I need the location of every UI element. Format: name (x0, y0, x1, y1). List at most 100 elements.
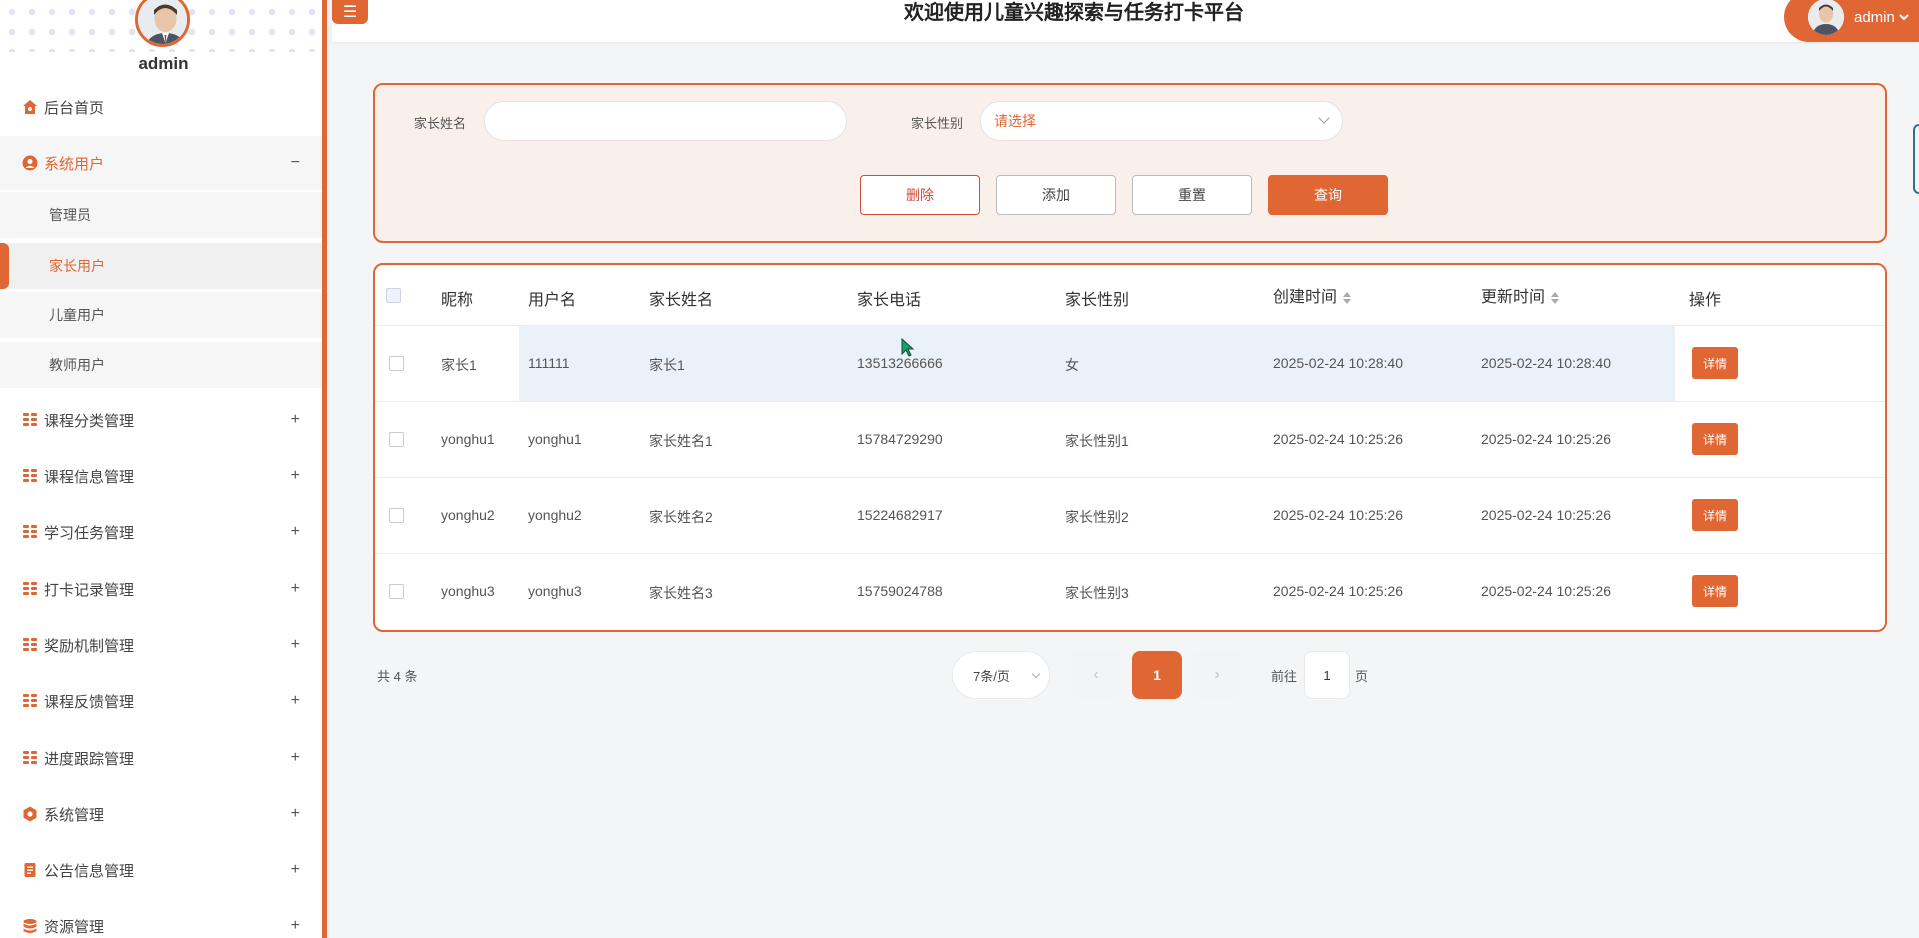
next-page-button[interactable]: › (1192, 651, 1242, 699)
menu-item-label: 课程反馈管理 (44, 693, 135, 711)
scroll-handle[interactable] (1913, 124, 1919, 194)
sort-icon[interactable] (1343, 291, 1352, 304)
grid-icon (22, 524, 38, 540)
home-icon (22, 99, 38, 115)
grid-icon (22, 412, 38, 428)
expand-icon[interactable]: + (291, 523, 300, 541)
delete-button[interactable]: 删除 (860, 175, 980, 215)
page-size-select[interactable]: 7条/页 (952, 651, 1050, 699)
cell-updated: 2025-02-24 10:25:26 (1481, 431, 1611, 447)
table-row[interactable]: yonghu1 yonghu1 家长姓名1 15784729290 家长性别1 … (375, 402, 1885, 478)
data-table: 昵称 用户名 家长姓名 家长电话 家长性别 创建时间 更新时间 操作 家长1 1… (373, 263, 1887, 632)
cell-created: 2025-02-24 10:25:26 (1273, 583, 1403, 599)
goto-page-input[interactable]: 1 (1304, 651, 1350, 699)
user-circle-icon (22, 155, 38, 171)
menu-item-label: 资源管理 (44, 918, 105, 936)
sidebar-user-name: admin (138, 54, 189, 73)
menu-item-course-category[interactable]: 课程分类管理 + (0, 393, 322, 447)
goto-suffix: 页 (1355, 669, 1369, 684)
detail-button[interactable]: 详情 (1692, 499, 1738, 531)
menu-item-system-users[interactable]: 系统用户 − (0, 136, 322, 190)
notice-icon (22, 862, 38, 878)
row-checkbox[interactable] (389, 508, 404, 523)
detail-button[interactable]: 详情 (1692, 575, 1738, 607)
menu-item-checkin-records[interactable]: 打卡记录管理 + (0, 562, 322, 616)
expand-icon[interactable]: + (291, 411, 300, 429)
menu-item-dashboard[interactable]: 后台首页 (0, 80, 322, 134)
expand-icon[interactable]: + (291, 580, 300, 598)
sidebar-item-admin[interactable]: 管理员 (0, 192, 322, 238)
menu-item-label: 课程分类管理 (44, 412, 135, 430)
column-header-updated[interactable]: 更新时间 (1481, 283, 1560, 307)
cell-phone: 15224682917 (857, 507, 943, 523)
menu-item-progress-tracking[interactable]: 进度跟踪管理 + (0, 731, 322, 785)
query-button[interactable]: 查询 (1268, 175, 1388, 215)
table-row[interactable]: 家长1 111111 家长1 13513266666 女 2025-02-24 … (375, 326, 1885, 402)
expand-icon[interactable]: + (291, 861, 300, 879)
cell-nickname: yonghu3 (441, 583, 495, 599)
parent-name-input[interactable] (484, 101, 847, 141)
user-menu[interactable]: admin (1784, 0, 1919, 42)
cell-phone: 15784729290 (857, 431, 943, 447)
expand-icon[interactable]: + (291, 749, 300, 767)
menu-item-course-feedback[interactable]: 课程反馈管理 + (0, 674, 322, 728)
add-button[interactable]: 添加 (996, 175, 1116, 215)
column-header: 昵称 (441, 292, 474, 309)
prev-page-button[interactable]: ‹ (1071, 651, 1121, 699)
parent-gender-select[interactable]: 请选择 (980, 101, 1343, 141)
menu-item-label: 课程信息管理 (44, 468, 135, 486)
sidebar: admin 后台首页 系统用户 − 管理员 家长用户 儿童用户 教师用户 课程分… (0, 0, 327, 938)
detail-button[interactable]: 详情 (1692, 423, 1738, 455)
page-number-current[interactable]: 1 (1132, 651, 1182, 699)
avatar (1808, 0, 1844, 35)
row-checkbox[interactable] (389, 584, 404, 599)
cell-name: 家长姓名2 (649, 509, 713, 525)
database-icon (22, 918, 38, 934)
menu-item-label: 奖励机制管理 (44, 637, 135, 655)
expand-icon[interactable]: + (291, 636, 300, 654)
grid-icon (22, 637, 38, 653)
column-header: 家长性别 (1065, 292, 1130, 309)
row-checkbox[interactable] (389, 356, 404, 371)
column-header-created[interactable]: 创建时间 (1273, 283, 1352, 307)
column-header: 用户名 (528, 292, 577, 309)
cell-username: yonghu3 (528, 583, 582, 599)
menu-item-resources[interactable]: 资源管理 + (0, 899, 322, 938)
collapse-icon[interactable]: − (291, 154, 300, 172)
menu-item-label: 系统用户 (44, 155, 105, 173)
column-header-label: 创建时间 (1273, 289, 1338, 306)
table-row[interactable]: yonghu2 yonghu2 家长姓名2 15224682917 家长性别2 … (375, 478, 1885, 554)
menu-item-announcements[interactable]: 公告信息管理 + (0, 843, 322, 897)
menu-item-learning-tasks[interactable]: 学习任务管理 + (0, 505, 322, 559)
cell-nickname: yonghu2 (441, 507, 495, 523)
page-title: 欢迎使用儿童兴趣探索与任务打卡平台 (904, 2, 1244, 24)
menu-item-system-management[interactable]: 系统管理 + (0, 787, 322, 841)
table-row[interactable]: yonghu3 yonghu3 家长姓名3 15759024788 家长性别3 … (375, 554, 1885, 630)
row-checkbox[interactable] (389, 432, 404, 447)
cell-username: yonghu2 (528, 507, 582, 523)
cell-name: 家长姓名1 (649, 433, 713, 449)
sidebar-item-teacher-users[interactable]: 教师用户 (0, 342, 322, 388)
cell-gender: 女 (1065, 357, 1079, 373)
menu-item-label: 系统管理 (44, 806, 105, 824)
expand-icon[interactable]: + (291, 692, 300, 710)
reset-button[interactable]: 重置 (1132, 175, 1252, 215)
detail-button[interactable]: 详情 (1692, 347, 1738, 379)
sidebar-item-child-users[interactable]: 儿童用户 (0, 292, 322, 338)
expand-icon[interactable]: + (291, 805, 300, 823)
chevron-down-icon (1031, 669, 1041, 679)
menu-item-rewards[interactable]: 奖励机制管理 + (0, 618, 322, 672)
top-header: ☰ 欢迎使用儿童兴趣探索与任务打卡平台 admin (332, 0, 1919, 42)
cell-created: 2025-02-24 10:25:26 (1273, 431, 1403, 447)
page-size-value: 7条/页 (973, 668, 1010, 684)
menu-item-course-info[interactable]: 课程信息管理 + (0, 449, 322, 503)
select-all-checkbox[interactable] (386, 288, 401, 303)
sidebar-item-parent-users[interactable]: 家长用户 (0, 243, 322, 289)
menu-item-label: 公告信息管理 (44, 862, 135, 880)
expand-icon[interactable]: + (291, 467, 300, 485)
column-header: 家长电话 (857, 292, 922, 309)
search-panel: 家长姓名 家长性别 请选择 删除 添加 重置 查询 (373, 83, 1887, 243)
sort-icon[interactable] (1551, 291, 1560, 304)
expand-icon[interactable]: + (291, 917, 300, 935)
cell-phone: 15759024788 (857, 583, 943, 599)
